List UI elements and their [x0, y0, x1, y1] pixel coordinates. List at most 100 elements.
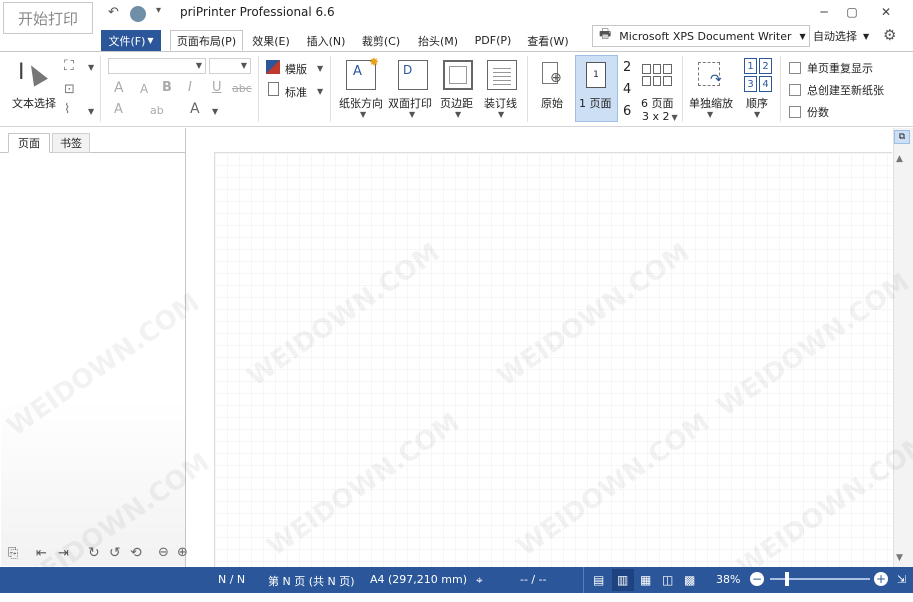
zoom-minus-icon[interactable]: − — [750, 572, 764, 586]
book-view-icon[interactable]: ▤ — [593, 573, 604, 587]
printer-select[interactable]: 🖶 Microsoft XPS Document Writer ▼ — [592, 25, 810, 47]
tab-crop[interactable]: 裁剪(C) — [358, 30, 404, 51]
chevron-down-icon[interactable]: ▼ — [498, 110, 504, 119]
chevron-down-icon[interactable]: ▼ — [707, 110, 713, 119]
rotate-right-icon[interactable]: ↻ — [88, 545, 100, 561]
undo-icon[interactable]: ↶ — [108, 5, 119, 23]
chevron-down-icon: ▼ — [147, 36, 154, 45]
camera-icon[interactable]: ⊡ — [64, 82, 75, 97]
tab-file-label: 文件(F) — [108, 34, 146, 48]
import-icon[interactable]: ⇤ — [36, 546, 47, 561]
separator — [258, 56, 259, 122]
margins-button[interactable]: 页边距 — [440, 95, 473, 111]
panel-toggle-icon[interactable]: ⧉ — [894, 130, 910, 144]
repeat-page-checkbox[interactable]: 单页重复显示 — [789, 60, 873, 76]
globe-icon[interactable] — [130, 6, 146, 22]
zoom-slider-thumb[interactable] — [785, 572, 789, 586]
qat-customize-icon[interactable]: ▾ — [156, 5, 161, 23]
text-select-button[interactable]: 文本选择 — [12, 95, 56, 111]
chart-icon[interactable]: ⌇ — [64, 102, 70, 117]
six-pages-button[interactable]: 6 页面 — [641, 95, 674, 111]
copies-checkbox[interactable]: 份数 — [789, 104, 829, 120]
original-button[interactable]: 原始 — [541, 95, 563, 111]
order-num-3: 3 — [744, 76, 757, 92]
paper-orientation-button[interactable]: 纸张方向 — [339, 95, 383, 111]
text-cursor-icon[interactable]: I — [18, 60, 25, 85]
scroll-up-icon[interactable]: ▲ — [896, 154, 903, 164]
tab-effects[interactable]: 效果(E) — [248, 30, 294, 51]
chevron-down-icon[interactable]: ▼ — [409, 110, 415, 119]
two-pages-button[interactable]: 2 — [623, 60, 631, 75]
italic-button[interactable]: I — [188, 80, 192, 95]
chevron-down-icon[interactable]: ▼ — [88, 63, 94, 72]
spacing-icon[interactable]: ab — [150, 104, 164, 117]
chevron-down-icon[interactable]: ▼ — [317, 64, 323, 73]
strikethrough-button[interactable]: abc — [232, 82, 252, 95]
auto-select-label: 自动选择 — [813, 30, 857, 43]
order-button[interactable]: 顺序 — [746, 95, 768, 111]
duplex-print-button[interactable]: 双面打印 — [388, 95, 432, 111]
tab-file[interactable]: 文件(F) ▼ — [101, 30, 161, 51]
auto-select-dropdown[interactable]: 自动选择 ▼ — [813, 25, 879, 47]
tab-pages[interactable]: 页面 — [8, 133, 50, 153]
tab-insert[interactable]: 插入(N) — [302, 30, 350, 51]
close-icon[interactable]: ✕ — [872, 3, 900, 21]
rotate-left-icon[interactable]: ↺ — [109, 545, 121, 561]
font-grow-button[interactable]: A — [114, 80, 124, 96]
order-num-4: 4 — [759, 76, 772, 92]
page-preview[interactable] — [214, 152, 892, 567]
new-paper-checkbox[interactable]: 总创建至新纸张 — [789, 82, 884, 98]
grid-3x2-dropdown[interactable]: 3 x 2 ▼ — [642, 110, 678, 123]
tab-bookmarks[interactable]: 书签 — [52, 133, 90, 153]
single-view-icon[interactable]: ▥ — [617, 573, 628, 587]
flip-icon[interactable]: ⟲ — [130, 545, 142, 561]
two-page-view-icon[interactable]: ◫ — [662, 573, 673, 587]
zoom-out-icon[interactable]: ⊖ — [158, 545, 169, 560]
tab-header[interactable]: 抬头(M) — [412, 30, 464, 51]
standard-button[interactable]: 标准 — [285, 84, 307, 100]
start-print-button[interactable]: 开始打印 — [3, 2, 93, 34]
chevron-down-icon[interactable]: ▼ — [317, 87, 323, 96]
chevron-down-icon[interactable]: ▼ — [455, 110, 461, 119]
crosshair-icon: ⌖ — [476, 573, 483, 587]
four-pages-button[interactable]: 4 — [623, 82, 631, 97]
template-button[interactable]: 模版 — [285, 61, 307, 77]
gear-icon[interactable]: ⚙ — [883, 26, 896, 44]
minimize-icon[interactable]: ─ — [810, 3, 838, 21]
zoom-plus-icon[interactable]: + — [874, 572, 888, 586]
chevron-down-icon[interactable]: ▼ — [360, 110, 366, 119]
font-color-icon[interactable]: A — [190, 101, 200, 117]
binoculars-icon[interactable]: ⛶ — [64, 58, 74, 74]
bold-button[interactable]: B — [162, 80, 172, 95]
chevron-down-icon[interactable]: ▼ — [754, 110, 760, 119]
vertical-scrollbar[interactable] — [893, 128, 913, 567]
grid-view-icon[interactable]: ▩ — [684, 573, 695, 587]
font-shrink-button[interactable]: A — [140, 82, 148, 96]
resize-grip-icon[interactable]: ⇲ — [897, 573, 906, 586]
tab-view[interactable]: 查看(W) — [523, 30, 573, 51]
chevron-down-icon[interactable]: ▼ — [212, 107, 218, 116]
separator — [682, 56, 683, 122]
chevron-down-icon: ▼ — [799, 31, 806, 41]
chevron-down-icon[interactable]: ▼ — [88, 107, 94, 116]
maximize-icon[interactable]: ▢ — [838, 3, 866, 21]
status-divider — [583, 567, 584, 593]
list-view-icon[interactable]: ▦ — [640, 573, 651, 587]
chevron-down-icon: ▼ — [863, 31, 870, 41]
printer-icon: 🖶 — [599, 27, 612, 42]
six-pages-num-button[interactable]: 6 — [623, 104, 631, 119]
binding-line-button[interactable]: 装订线 — [484, 95, 517, 111]
tab-page-layout[interactable]: 页面布局(P) — [170, 30, 243, 51]
one-page-icon: 1 — [586, 62, 606, 88]
duplex-print-icon: D — [398, 60, 428, 90]
single-zoom-button[interactable]: 单独缩放 — [689, 95, 733, 111]
font-family-select[interactable]: ▼ — [108, 58, 206, 74]
tab-pdf[interactable]: PDF(P) — [470, 30, 516, 51]
scroll-down-icon[interactable]: ▼ — [896, 553, 903, 563]
highlight-icon[interactable]: A — [114, 102, 123, 117]
font-size-select[interactable]: ▼ — [209, 58, 251, 74]
underline-button[interactable]: U — [212, 80, 222, 95]
export-icon[interactable]: ⇥ — [58, 546, 69, 561]
add-page-icon[interactable]: ⎘ — [8, 546, 18, 561]
template-icon — [266, 60, 280, 74]
